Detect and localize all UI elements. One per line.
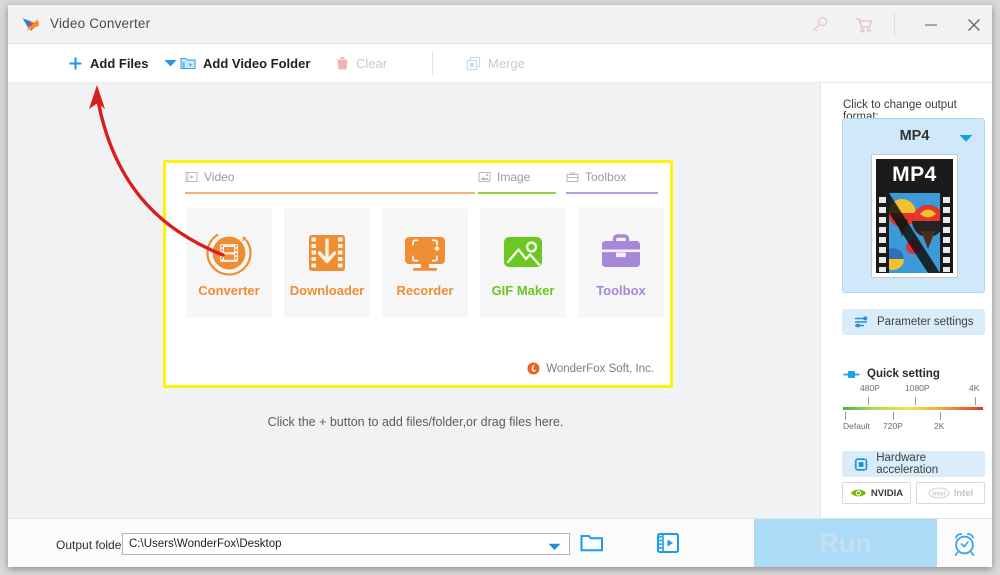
- module-label: GIF Maker: [492, 283, 555, 298]
- plus-icon: [68, 56, 83, 71]
- quality-slider[interactable]: 480P 1080P 4K Default 720P 2K: [843, 383, 983, 435]
- image-icon: [478, 171, 491, 183]
- recorder-icon: [399, 226, 451, 278]
- caret-down-icon[interactable]: [548, 543, 561, 551]
- alarm-clock-icon: [951, 530, 978, 557]
- module-converter[interactable]: Converter: [186, 208, 272, 318]
- add-files-button[interactable]: Add Files: [68, 44, 149, 82]
- parameter-settings-button[interactable]: Parameter settings: [842, 309, 985, 335]
- gif-maker-icon: [497, 226, 549, 278]
- category-rule-video: [185, 192, 475, 194]
- module-toolbox[interactable]: Toolbox: [578, 208, 664, 318]
- parameter-settings-label: Parameter settings: [877, 316, 974, 328]
- category-tab-toolbox[interactable]: Toolbox: [566, 170, 626, 184]
- hardware-acceleration-button[interactable]: Hardware acceleration: [842, 451, 985, 477]
- sliders-icon: [854, 315, 869, 329]
- merge-button[interactable]: Merge: [466, 44, 525, 82]
- category-label: Image: [497, 170, 530, 184]
- close-button[interactable]: [953, 11, 992, 38]
- module-card: Video Image: [163, 160, 673, 388]
- toolbox-case-icon: [595, 226, 647, 278]
- cpu-chip-icon: [854, 457, 868, 472]
- format-thumbnail: MP4: [872, 155, 957, 277]
- output-folder-combobox[interactable]: [122, 533, 570, 555]
- merge-label: Merge: [488, 56, 525, 71]
- format-thumbnail-label: MP4: [876, 159, 953, 190]
- output-folder-input[interactable]: [129, 538, 544, 550]
- category-tab-image[interactable]: Image: [478, 170, 530, 184]
- output-settings-panel: Click to change output format: MP4 MP4: [820, 83, 992, 518]
- chevron-down-icon[interactable]: [164, 59, 177, 68]
- quality-tick-label: 720P: [883, 421, 903, 431]
- module-label: Recorder: [396, 283, 453, 298]
- category-label: Toolbox: [585, 170, 626, 184]
- category-rule-image: [478, 192, 556, 194]
- category-tab-video[interactable]: Video: [185, 170, 234, 184]
- toolbar-divider: [432, 51, 433, 75]
- module-label: Converter: [198, 283, 259, 298]
- hardware-acceleration-label: Hardware acceleration: [876, 452, 985, 476]
- converter-icon: [203, 226, 255, 278]
- schedule-button[interactable]: [937, 519, 992, 567]
- output-format-selector[interactable]: MP4 MP4: [842, 118, 985, 293]
- run-button[interactable]: Run: [754, 519, 937, 567]
- folder-video-icon: [180, 56, 196, 71]
- module-label: Downloader: [290, 283, 364, 298]
- nvidia-eye-icon: [850, 487, 867, 499]
- clear-button[interactable]: Clear: [336, 44, 387, 82]
- accelerator-label: NVIDIA: [871, 488, 903, 499]
- add-video-folder-button[interactable]: Add Video Folder: [180, 44, 310, 82]
- quick-setting-label: Quick setting: [867, 368, 940, 380]
- add-files-label: Add Files: [90, 56, 149, 71]
- trash-icon: [336, 56, 349, 71]
- quick-setting-header: Quick setting: [843, 368, 940, 380]
- quality-tick-label: 480P: [860, 383, 880, 393]
- module-label: Toolbox: [596, 283, 646, 298]
- quality-tick-label: Default: [843, 421, 870, 431]
- category-rule-toolbox: [566, 192, 658, 194]
- toolbox-icon: [566, 171, 579, 183]
- slider-handle-icon: [843, 370, 860, 379]
- caret-down-icon[interactable]: [959, 134, 973, 143]
- accelerator-label: Intel: [954, 488, 974, 499]
- main-toolbar: Add Files Add Video Folder Clear: [8, 44, 992, 83]
- quality-tick-label: 2K: [934, 421, 944, 431]
- wonderfox-play-logo: [21, 15, 41, 35]
- brand-label: WonderFox Soft, Inc.: [546, 363, 654, 375]
- merge-squares-icon: [466, 56, 481, 71]
- title-bar: Video Converter: [8, 5, 992, 44]
- svg-text:intel: intel: [933, 492, 946, 498]
- module-downloader[interactable]: Downloader: [284, 208, 370, 318]
- intel-icon: intel: [928, 487, 950, 499]
- accelerator-nvidia[interactable]: NVIDIA: [842, 482, 911, 504]
- category-label: Video: [204, 170, 234, 184]
- titlebar-divider: [894, 13, 895, 36]
- quality-gradient-bar: [843, 407, 983, 410]
- cart-icon[interactable]: [853, 15, 875, 35]
- quality-tick-label: 4K: [969, 383, 979, 393]
- output-folder-label: Output folder:: [56, 538, 129, 552]
- video-file-icon[interactable]: [656, 531, 680, 555]
- module-gif-maker[interactable]: GIF Maker: [480, 208, 566, 318]
- folder-open-icon[interactable]: [580, 533, 604, 554]
- key-icon[interactable]: [808, 15, 830, 35]
- category-tabs: Video Image: [166, 163, 670, 199]
- accelerator-intel[interactable]: intel Intel: [916, 482, 985, 504]
- wonderfox-fox-icon: [527, 362, 540, 375]
- video-frame-icon: [185, 171, 198, 183]
- run-label: Run: [819, 528, 871, 559]
- bottom-bar: Output folder: Run: [8, 518, 992, 567]
- window-title: Video Converter: [50, 16, 150, 31]
- clear-label: Clear: [356, 56, 387, 71]
- quality-tick-label: 1080P: [905, 383, 930, 393]
- add-video-folder-label: Add Video Folder: [203, 56, 310, 71]
- module-recorder[interactable]: Recorder: [382, 208, 468, 318]
- minimize-button[interactable]: [910, 11, 952, 38]
- drop-hint: Click the + button to add files/folder,o…: [8, 415, 823, 429]
- video-converter-window: Video Converter Add Files: [8, 5, 992, 567]
- downloader-icon: [301, 226, 353, 278]
- brand-credit: WonderFox Soft, Inc.: [527, 362, 654, 375]
